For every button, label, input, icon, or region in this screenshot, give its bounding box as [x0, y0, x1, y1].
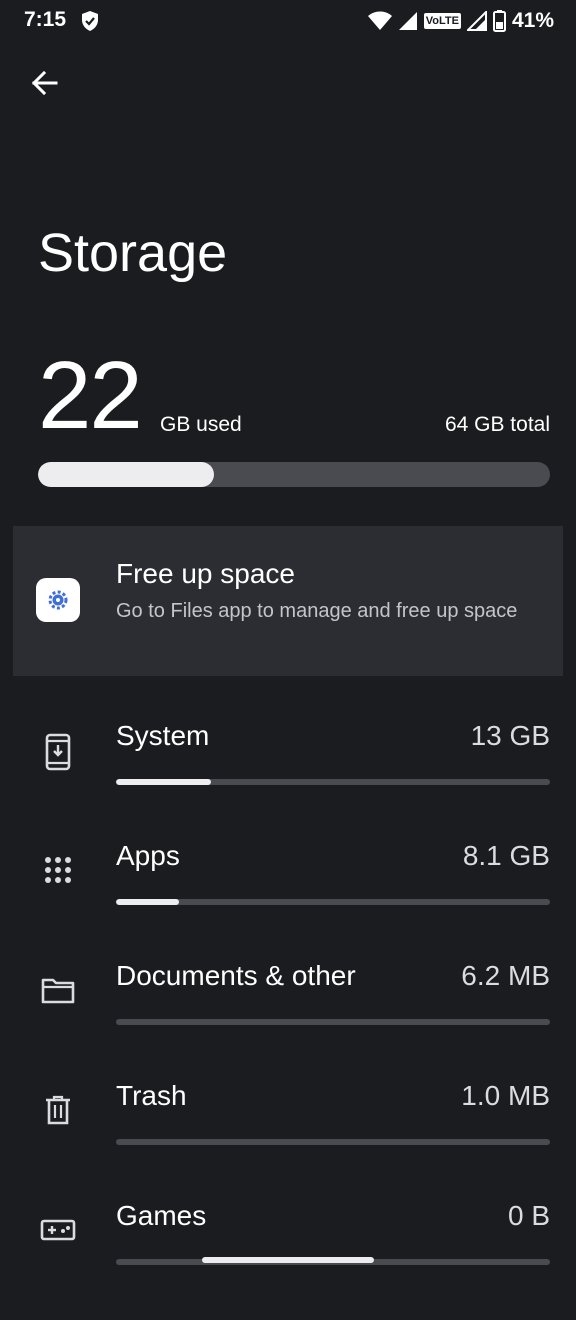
status-bar: 7:15 VoLTE 41%: [0, 0, 576, 44]
category-size: 1.0 MB: [461, 1080, 550, 1111]
category-label: Documents & other: [116, 960, 356, 991]
category-row-trash[interactable]: Trash 1.0 MB: [0, 1080, 576, 1200]
page-title: Storage: [38, 223, 228, 283]
signal-icon: [466, 11, 487, 31]
home-gesture-bar[interactable]: [202, 1257, 374, 1263]
gamepad-icon: [36, 1208, 80, 1252]
files-app-icon: [36, 578, 80, 622]
category-label: Apps: [116, 840, 180, 871]
category-usage-bar: [116, 779, 550, 785]
battery-percent: 41%: [511, 9, 554, 32]
category-usage-bar-fill: [116, 779, 212, 785]
storage-usage-bar: [38, 462, 550, 487]
shield-icon: [80, 10, 100, 32]
category-size: 0 B: [507, 1200, 550, 1231]
category-size: 8.1 GB: [462, 840, 550, 871]
category-usage-bar: [116, 1139, 550, 1145]
category-row-documents[interactable]: Documents & other 6.2 MB: [0, 960, 576, 1080]
folder-icon: [36, 968, 80, 1012]
trash-icon: [36, 1088, 80, 1132]
total-storage: 64 GB total: [444, 413, 550, 436]
apps-grid-icon: [36, 848, 80, 892]
back-arrow-icon: [31, 70, 58, 96]
category-usage-bar-fill: [116, 899, 179, 905]
used-storage-value: 22: [38, 342, 143, 449]
wifi-icon: [367, 11, 392, 31]
free-up-space-title: Free up space: [116, 558, 295, 589]
status-time: 7:15: [24, 8, 67, 31]
signal-icon: [398, 11, 418, 31]
back-button[interactable]: [24, 62, 66, 104]
category-label: Trash: [116, 1080, 187, 1111]
category-row-apps[interactable]: Apps 8.1 GB: [0, 840, 576, 960]
storage-usage-bar-fill: [38, 462, 215, 487]
volte-badge: VoLTE: [423, 13, 461, 29]
system-update-icon: [36, 730, 80, 774]
free-up-space-subtitle: Go to Files app to manage and free up sp…: [116, 600, 518, 622]
category-row-system[interactable]: System 13 GB: [0, 720, 576, 840]
used-storage-unit: GB used: [160, 413, 242, 436]
category-label: System: [116, 720, 210, 751]
battery-icon: [492, 10, 506, 32]
free-up-space-card[interactable]: Free up space Go to Files app to manage …: [13, 526, 563, 676]
category-label: Games: [116, 1200, 207, 1231]
category-usage-bar: [116, 1019, 550, 1025]
category-usage-bar: [116, 899, 550, 905]
status-icons: VoLTE 41%: [367, 8, 554, 34]
category-size: 13 GB: [470, 720, 550, 751]
category-size: 6.2 MB: [461, 960, 550, 991]
